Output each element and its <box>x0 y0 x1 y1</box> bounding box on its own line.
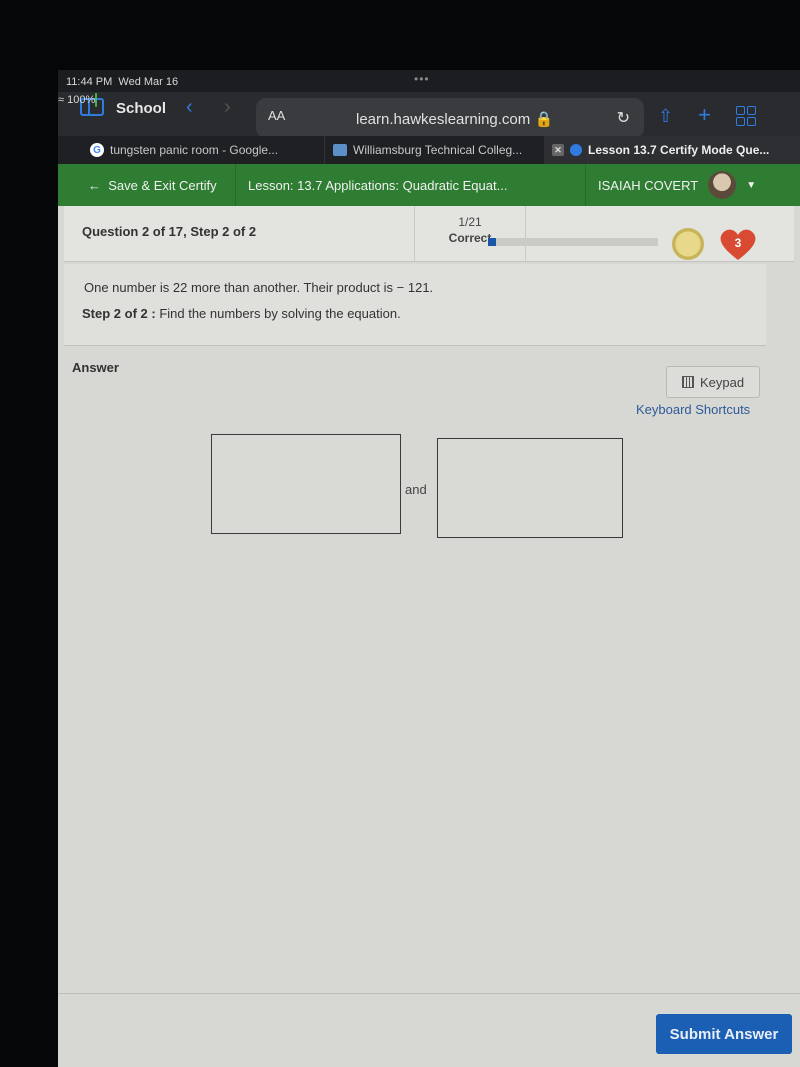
tab-label: Williamsburg Technical Colleg... <box>353 143 523 157</box>
keyboard-shortcuts-link[interactable]: Keyboard Shortcuts <box>636 402 750 417</box>
browser-tab-williamsburg[interactable]: Williamsburg Technical Colleg... <box>324 136 542 164</box>
ipad-screen: 11:44 PM Wed Mar 16 ••• School ‹ › AA le… <box>58 70 800 1067</box>
tab-label: tungsten panic room - Google... <box>110 143 279 157</box>
question-page: Question 2 of 17, Step 2 of 2 1/21 Corre… <box>58 206 800 1067</box>
browser-toolbar: School ‹ › AA learn.hawkeslearning.com 🔒… <box>58 92 800 140</box>
step-instruction: Step 2 of 2 : Find the numbers by solvin… <box>82 306 401 321</box>
keypad-button[interactable]: Keypad <box>666 366 760 398</box>
status-indicators: ≈ 100% <box>58 93 800 116</box>
submit-answer-button[interactable]: Submit Answer <box>656 1014 792 1054</box>
coin-icon <box>672 228 704 260</box>
chevron-down-icon: ▼ <box>746 179 757 191</box>
lesson-text: Lesson: 13.7 Applications: Quadratic Equ… <box>248 177 508 193</box>
user-menu[interactable]: ISAIAH COVERT ▼ <box>586 164 778 206</box>
close-tab-icon[interactable]: ✕ <box>552 144 564 156</box>
browser-tab-strip: G tungsten panic room - Google... Willia… <box>58 136 800 164</box>
avatar <box>708 171 737 199</box>
progress-bar <box>488 238 658 246</box>
progress-fill <box>488 238 497 246</box>
lives-heart: 3 <box>718 226 758 262</box>
time-text: 11:44 PM <box>66 76 113 88</box>
college-icon <box>333 144 347 156</box>
score-label: Correct <box>448 231 492 245</box>
answer-heading: Answer <box>72 360 119 375</box>
answer-input-first[interactable] <box>211 434 401 534</box>
save-exit-button[interactable]: ← Save & Exit Certify <box>68 164 236 206</box>
multitasking-dots-icon[interactable]: ••• <box>414 72 430 86</box>
question-status-bar: Question 2 of 17, Step 2 of 2 1/21 Corre… <box>64 206 794 262</box>
question-title: Question 2 of 17, Step 2 of 2 <box>82 224 257 239</box>
browser-tab-google[interactable]: G tungsten panic room - Google... <box>82 136 330 164</box>
calculator-icon <box>681 376 694 388</box>
lives-count: 3 <box>734 236 742 250</box>
battery-icon <box>95 93 98 107</box>
answer-input-second[interactable] <box>437 438 623 538</box>
lesson-title: Lesson: 13.7 Applications: Quadratic Equ… <box>236 164 586 206</box>
date-text: Wed Mar 16 <box>118 76 179 88</box>
save-exit-label: Save & Exit Certify <box>108 177 217 193</box>
browser-tab-lesson[interactable]: ✕ Lesson 13.7 Certify Mode Que... <box>544 136 800 164</box>
footer-divider <box>58 993 800 994</box>
status-bar: 11:44 PM Wed Mar 16 ••• <box>58 70 800 92</box>
app-header: ← Save & Exit Certify Lesson: 13.7 Appli… <box>58 164 800 206</box>
user-name: ISAIAH COVERT <box>598 177 699 193</box>
problem-text: One number is 22 more than another. Thei… <box>84 280 434 295</box>
google-icon: G <box>90 143 104 157</box>
keypad-label: Keypad <box>699 374 745 390</box>
score-value: 1/21 <box>458 215 482 229</box>
battery-percent: 100% <box>67 94 96 106</box>
step-text: Find the numbers by solving the equation… <box>159 306 401 321</box>
score-display: 1/21 Correct <box>414 206 526 262</box>
and-label: and <box>405 482 427 497</box>
status-time: 11:44 PM Wed Mar 16 <box>66 76 178 88</box>
tab-label: Lesson 13.7 Certify Mode Que... <box>588 143 770 157</box>
step-label: Step 2 of 2 : <box>82 306 156 321</box>
hawkes-icon <box>570 144 582 156</box>
arrow-left-icon: ← <box>88 177 101 193</box>
wifi-icon: ≈ <box>58 94 65 106</box>
problem-statement: One number is 22 more than another. Thei… <box>64 264 766 346</box>
